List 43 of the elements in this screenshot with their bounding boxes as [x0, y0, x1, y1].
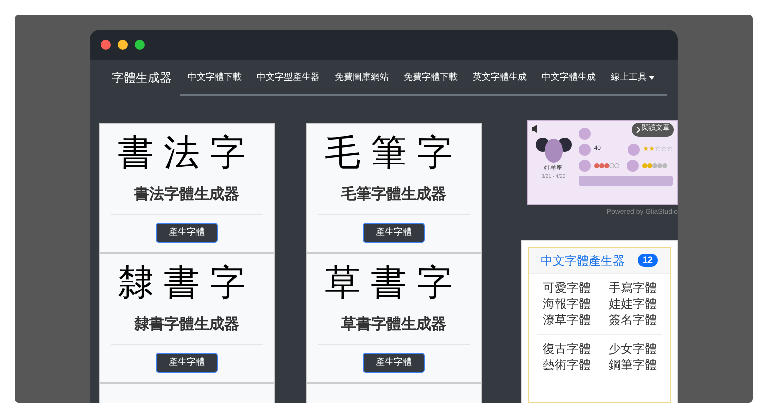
generate-button[interactable]: 產生字體	[363, 353, 425, 373]
count-badge: 12	[638, 254, 658, 268]
site-brand[interactable]: 字體生成器	[112, 69, 172, 87]
font-sample: 毛筆字	[325, 132, 463, 176]
font-style-link[interactable]: 鋼筆字體	[609, 357, 670, 373]
maximize-icon[interactable]	[135, 40, 145, 50]
nav-link[interactable]: 免費字體下載	[404, 71, 458, 84]
generate-button[interactable]: 產生字體	[156, 353, 218, 373]
minimize-icon[interactable]	[118, 40, 128, 50]
font-style-link[interactable]: 復古字體	[543, 341, 605, 357]
generate-button[interactable]: 產生字體	[156, 223, 218, 243]
badge-icon	[628, 144, 640, 156]
card-title: 隸書字體生成器	[134, 314, 240, 334]
card-title: 草書字體生成器	[342, 314, 446, 334]
card-title: 書法字體生成器	[134, 184, 240, 204]
font-sample: 草書字	[325, 262, 463, 306]
badge-icon	[579, 144, 592, 156]
coins-icon	[642, 162, 668, 168]
badge-icon	[579, 160, 592, 172]
font-style-link[interactable]: 娃娃字體	[609, 296, 670, 312]
nav-link[interactable]: 英文字體生成	[473, 71, 527, 84]
nav-link[interactable]: 線上工具	[611, 71, 655, 84]
generate-button[interactable]: 產生字體	[363, 223, 425, 243]
chevron-right-icon	[636, 126, 640, 132]
font-sample: 書法字	[118, 132, 256, 176]
nav-link[interactable]: 中文字型產生器	[257, 71, 320, 84]
badge-icon	[627, 160, 640, 172]
nav-link[interactable]: 免費圖庫網站	[335, 71, 389, 84]
badge-icon	[579, 128, 592, 140]
font-style-link[interactable]: 簽名字體	[609, 312, 670, 328]
nav-link[interactable]: 中文字體生成	[542, 71, 596, 84]
font-list-title: 中文字體產生器	[541, 252, 625, 270]
font-style-link[interactable]: 少女字體	[609, 341, 670, 357]
font-style-link[interactable]: 藝術字體	[543, 357, 605, 373]
font-style-link[interactable]: 手寫字體	[609, 280, 670, 296]
nav-link[interactable]: 中文字體下載	[188, 71, 242, 84]
card-title: 毛筆字體生成器	[342, 184, 446, 204]
close-icon[interactable]	[101, 40, 111, 50]
font-sample: 隸書字	[118, 262, 256, 306]
font-style-link[interactable]: 可愛字體	[543, 280, 605, 296]
font-style-link[interactable]: 海報字體	[543, 296, 605, 312]
font-style-link[interactable]: 潦草字體	[543, 312, 605, 328]
hearts-icon	[594, 162, 620, 168]
